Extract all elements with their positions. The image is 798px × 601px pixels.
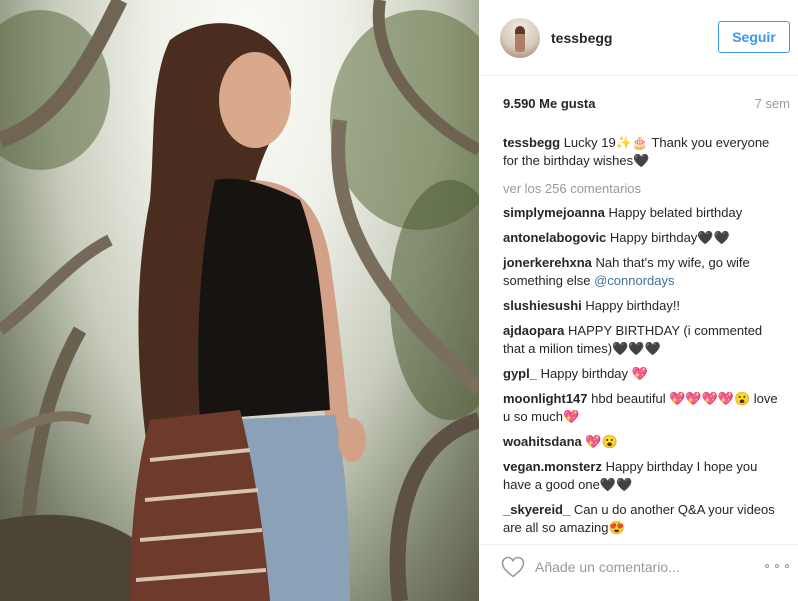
mention-link[interactable]: @connordays bbox=[594, 273, 674, 288]
comment-list: tessbegg Lucky 19✨🎂 Thank you everyone f… bbox=[503, 134, 783, 544]
dot bbox=[785, 564, 789, 568]
post-details-panel: tessbegg Seguir 9.590 Me gusta 7 sem tes… bbox=[479, 0, 798, 601]
like-count[interactable]: 9.590 Me gusta bbox=[503, 96, 596, 111]
photo-illustration bbox=[0, 0, 479, 601]
comment-text: 💖😮 bbox=[585, 434, 618, 449]
dot bbox=[765, 564, 769, 568]
post-stats: 9.590 Me gusta 7 sem bbox=[503, 96, 790, 116]
comment-user[interactable]: jonerkerehxna bbox=[503, 255, 592, 270]
caption: tessbegg Lucky 19✨🎂 Thank you everyone f… bbox=[503, 134, 783, 170]
comment-user[interactable]: gypl_ bbox=[503, 366, 537, 381]
comment-item: jonerkerehxna Nah that's my wife, go wif… bbox=[503, 254, 783, 290]
comment-item: ajdaopara HAPPY BIRTHDAY (i commented th… bbox=[503, 322, 783, 358]
more-options-icon[interactable] bbox=[765, 559, 789, 573]
post-time[interactable]: 7 sem bbox=[755, 96, 790, 111]
comment-item: simplymejoanna Happy belated birthday bbox=[503, 204, 783, 222]
comment-item: antonelabogovic Happy birthday🖤🖤 bbox=[503, 229, 783, 247]
follow-button[interactable]: Seguir bbox=[718, 21, 790, 53]
comment-text: Happy belated birthday bbox=[608, 205, 743, 220]
avatar-figure bbox=[515, 25, 525, 52]
comment-item: slushiesushi Happy birthday!! bbox=[503, 297, 783, 315]
comment-input[interactable] bbox=[535, 555, 755, 579]
comment-user[interactable]: vegan.monsterz bbox=[503, 459, 602, 474]
comment-item: _skyereid_ Can u do another Q&A your vid… bbox=[503, 501, 783, 537]
comment-text: Happy birthday 💖 bbox=[540, 366, 648, 381]
author-username[interactable]: tessbegg bbox=[551, 30, 612, 46]
comment-item: woahitsdana 💖😮 bbox=[503, 433, 783, 451]
comment-user[interactable]: woahitsdana bbox=[503, 434, 582, 449]
post-header: tessbegg Seguir bbox=[479, 0, 798, 76]
add-comment-bar bbox=[479, 544, 798, 589]
view-all-comments-link[interactable]: ver los 256 comentarios bbox=[503, 180, 783, 198]
comment-text: Happy birthday🖤🖤 bbox=[609, 230, 730, 245]
comment-item: moonlight147 hbd beautiful 💖💖💖💖😮 love u … bbox=[503, 390, 783, 426]
comment-user[interactable]: moonlight147 bbox=[503, 391, 588, 406]
comment-item: gypl_ Happy birthday 💖 bbox=[503, 365, 783, 383]
comment-item: vegan.monsterz Happy birthday I hope you… bbox=[503, 458, 783, 494]
comment-user[interactable]: ajdaopara bbox=[503, 323, 564, 338]
avatar[interactable] bbox=[500, 17, 540, 58]
comment-user[interactable]: tessbegg bbox=[503, 135, 560, 150]
comment-user[interactable]: slushiesushi bbox=[503, 298, 582, 313]
dot bbox=[775, 564, 779, 568]
comment-text: Happy birthday!! bbox=[585, 298, 681, 313]
comment-user[interactable]: antonelabogovic bbox=[503, 230, 606, 245]
comment-user[interactable]: _skyereid_ bbox=[503, 502, 570, 517]
comment-user[interactable]: simplymejoanna bbox=[503, 205, 605, 220]
heart-outline-icon[interactable] bbox=[501, 555, 525, 579]
post-photo[interactable] bbox=[0, 0, 479, 601]
